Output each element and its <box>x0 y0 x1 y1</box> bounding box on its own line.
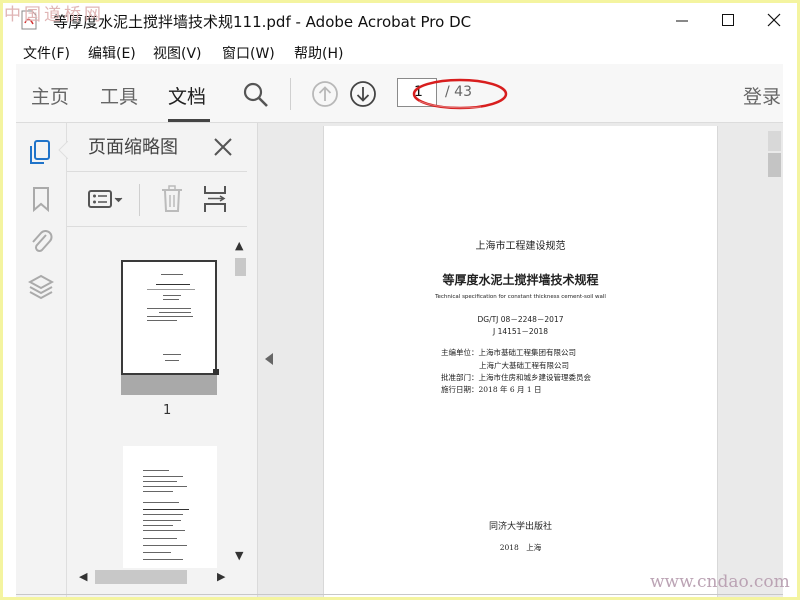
delete-page-icon[interactable] <box>160 185 184 213</box>
close-window-button[interactable] <box>751 3 797 37</box>
doc-effective-date: 施行日期：2018 年 6 月 1 日 <box>441 385 542 394</box>
bookmark-icon[interactable] <box>28 185 54 213</box>
doc-editor-1: 主编单位：上海市基础工程集团有限公司 <box>441 348 576 357</box>
thumbnail-panel: 页面缩略图 1 ▲ ▼ ◀ ▶ <box>58 123 258 597</box>
collapse-panel-icon[interactable] <box>264 352 274 366</box>
insert-page-icon[interactable] <box>202 184 228 214</box>
tab-home[interactable]: 主页 <box>31 82 69 109</box>
thumbnail-selection-bar <box>121 375 217 395</box>
thumbnail-horizontal-scrollbar[interactable]: ◀ ▶ <box>75 568 233 586</box>
panel-title: 页面缩略图 <box>88 137 178 158</box>
doc-title-en: Technical specification for constant thi… <box>435 294 606 300</box>
navigation-rail <box>16 123 67 597</box>
thumbnail-toolbar <box>67 171 247 227</box>
thumbnail-vertical-scrollbar[interactable]: ▲ ▼ <box>233 236 248 568</box>
scrollbar-thumb[interactable] <box>235 258 246 276</box>
minimize-button[interactable] <box>659 3 705 37</box>
watermark-bottom-right: www.cndao.com <box>650 572 790 592</box>
divider <box>16 594 783 595</box>
close-icon <box>767 13 781 27</box>
watermark-top-left: 中国道桥网 <box>4 5 104 25</box>
scroll-left-icon[interactable]: ◀ <box>79 570 87 583</box>
tab-tools[interactable]: 工具 <box>100 82 138 109</box>
menu-file[interactable]: 文件(F) <box>23 43 70 63</box>
previous-page-icon[interactable] <box>311 80 339 108</box>
search-icon[interactable] <box>242 81 270 109</box>
document-page: 上海市工程建设规范 等厚度水泥土搅拌墙技术规程 Technical specif… <box>323 126 718 597</box>
scroll-up-icon[interactable]: ▲ <box>235 239 243 252</box>
next-page-icon[interactable] <box>349 80 377 108</box>
doc-series: 上海市工程建设规范 <box>475 241 566 252</box>
attachment-icon[interactable] <box>28 227 54 257</box>
layers-icon[interactable] <box>28 273 54 303</box>
page-thumbnail-2[interactable] <box>123 446 217 568</box>
panel-pointer <box>58 141 68 159</box>
resize-handle[interactable] <box>213 369 219 375</box>
page-thumbnail-1[interactable] <box>121 260 217 375</box>
doc-title: 等厚度水泥土搅拌墙技术规程 <box>442 273 599 287</box>
menu-edit[interactable]: 编辑(E) <box>88 43 136 63</box>
scroll-right-icon[interactable]: ▶ <box>217 570 225 583</box>
doc-publish-place: 2018 上海 <box>499 543 542 552</box>
doc-approver: 批准部门：上海市住房和城乡建设管理委员会 <box>441 373 591 382</box>
menu-view[interactable]: 视图(V) <box>153 43 202 63</box>
title-bar: 等厚度水泥土搅拌墙技术规111.pdf - Adobe Acrobat Pro … <box>3 3 797 37</box>
tab-document[interactable]: 文档 <box>168 82 206 109</box>
menu-bar: 文件(F) 编辑(E) 视图(V) 窗口(W) 帮助(H) <box>3 37 797 67</box>
scrollbar-thumb[interactable] <box>768 153 781 177</box>
maximize-button[interactable] <box>705 3 751 37</box>
doc-code-1: DG/TJ 08－2248－2017 <box>477 315 564 324</box>
maximize-icon <box>722 14 734 26</box>
toolbar-separator <box>139 184 140 216</box>
options-menu-icon[interactable] <box>87 188 127 212</box>
scroll-down-icon[interactable]: ▼ <box>235 549 243 562</box>
document-vertical-scrollbar[interactable] <box>766 123 783 597</box>
minimize-icon <box>676 20 688 22</box>
thumbnail-page-label: 1 <box>163 403 172 418</box>
login-link[interactable]: 登录 <box>743 82 781 109</box>
menu-window[interactable]: 窗口(W) <box>222 43 275 63</box>
menu-help[interactable]: 帮助(H) <box>294 43 343 63</box>
toolbar-separator <box>290 78 291 110</box>
close-panel-icon[interactable] <box>213 137 233 157</box>
main-toolbar: 主页 工具 文档 1 / 43 登录 <box>16 64 783 123</box>
doc-editor-2: 上海广大基础工程有限公司 <box>479 361 569 370</box>
workspace: 页面缩略图 1 ▲ ▼ ◀ ▶ 上海市工程建设规范 等厚度水泥土搅拌墙技术规程 … <box>16 123 783 597</box>
window-title: 等厚度水泥土搅拌墙技术规111.pdf - Adobe Acrobat Pro … <box>53 13 472 31</box>
doc-code-2: J 14151－2018 <box>492 327 549 336</box>
active-tab-indicator <box>168 119 210 122</box>
doc-publisher: 同济大学出版社 <box>488 522 552 532</box>
scrollbar-thumb[interactable] <box>95 570 187 584</box>
page-thumbnails-icon[interactable] <box>28 139 54 167</box>
highlight-ellipse <box>412 78 508 110</box>
thumbnail-list: 1 <box>71 226 233 568</box>
scroll-track <box>768 131 781 151</box>
acrobat-window: 等厚度水泥土搅拌墙技术规111.pdf - Adobe Acrobat Pro … <box>3 3 797 597</box>
